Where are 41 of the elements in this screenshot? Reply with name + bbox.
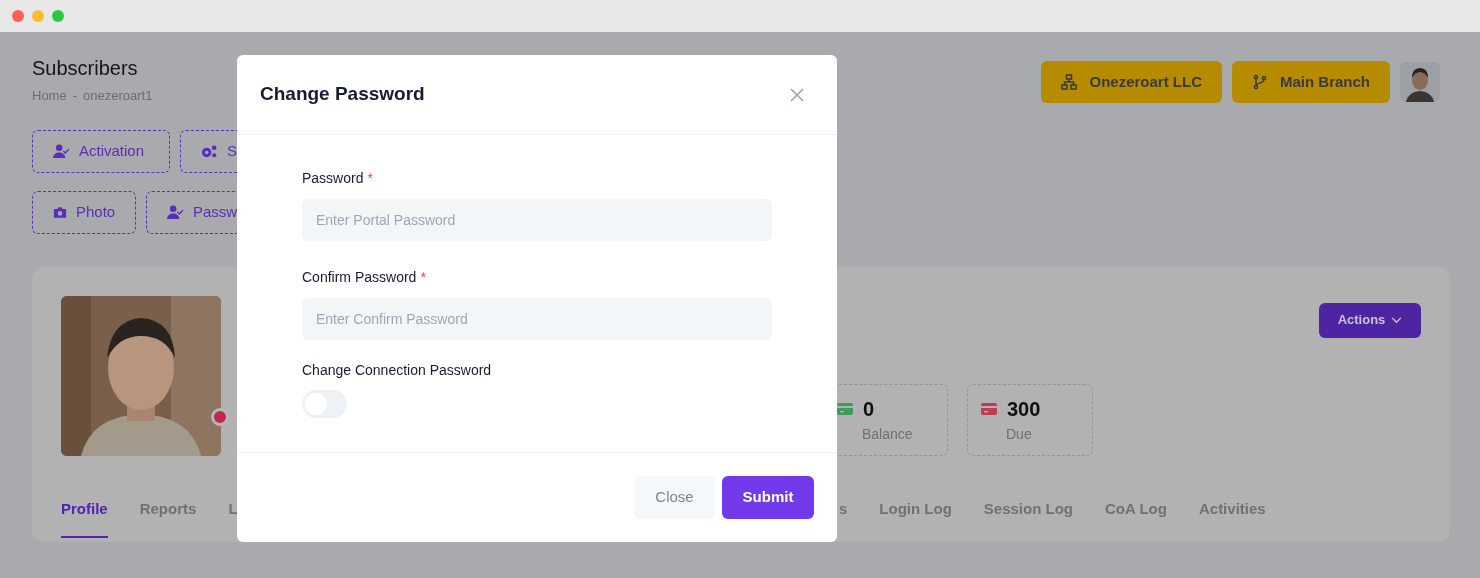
header-button[interactable]: Onezeroart LLC xyxy=(1041,61,1222,103)
field-label: Confirm Password * xyxy=(302,268,427,287)
header-button[interactable]: Main Branch xyxy=(1232,61,1390,103)
field-label: Password * xyxy=(302,169,374,188)
tab[interactable]: L xyxy=(228,497,238,538)
network-icon xyxy=(1061,74,1078,90)
breadcrumb-item[interactable]: Home xyxy=(32,86,67,106)
submit-button[interactable]: Submit xyxy=(722,476,814,519)
user-check-icon xyxy=(53,143,70,159)
breadcrumb-item[interactable]: - xyxy=(72,86,78,106)
tab[interactable]: CoA Log xyxy=(1105,497,1167,538)
close-icon[interactable] xyxy=(790,87,804,102)
breadcrumb-item[interactable]: onezeroart1 xyxy=(83,86,153,106)
close-button[interactable]: Close xyxy=(634,476,715,519)
page-title: Subscribers xyxy=(32,56,139,80)
user-check-icon xyxy=(167,204,184,220)
stat-label: Balance xyxy=(861,425,914,444)
required-mark: * xyxy=(420,269,426,285)
stat-label: Due xyxy=(1005,425,1033,444)
tab[interactable]: s xyxy=(839,497,848,538)
dialog-title: Change Password xyxy=(260,82,425,107)
action-button[interactable]: Photo xyxy=(32,190,136,234)
tab[interactable]: Reports xyxy=(139,497,197,538)
chevron-down-icon xyxy=(1391,316,1403,324)
password-field[interactable]: Enter Portal Password xyxy=(302,199,772,241)
tab[interactable]: Activities xyxy=(1198,497,1266,538)
camera-icon xyxy=(53,205,67,219)
tab[interactable]: Login Log xyxy=(879,497,952,538)
branch-icon xyxy=(1252,74,1268,90)
card-icon xyxy=(837,403,853,415)
toggle-label: Change Connection Password xyxy=(302,361,493,380)
tab[interactable]: Session Log xyxy=(983,497,1073,538)
action-button[interactable]: Activation xyxy=(32,129,170,173)
tab[interactable]: Profile xyxy=(61,497,108,538)
password-field[interactable]: Enter Confirm Password xyxy=(302,298,772,340)
stat-value: 0 xyxy=(863,397,875,422)
stat-value: 300 xyxy=(1007,397,1041,422)
card-icon xyxy=(981,403,997,415)
required-mark: * xyxy=(367,170,373,186)
gears-icon xyxy=(201,143,218,159)
actions-button[interactable]: Actions xyxy=(1319,302,1421,338)
